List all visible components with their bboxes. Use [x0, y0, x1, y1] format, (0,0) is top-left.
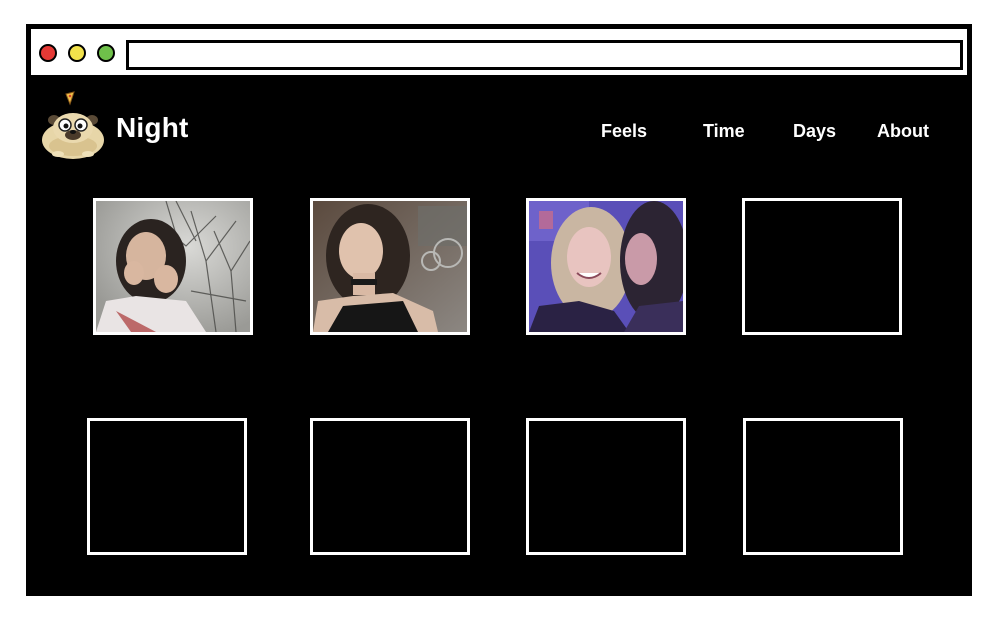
empty-photo-slot[interactable]	[87, 418, 247, 555]
nav-item-days[interactable]: Days	[793, 121, 836, 142]
site-title[interactable]: Night	[116, 112, 189, 144]
two-girls-purple-light-photo	[529, 201, 683, 332]
empty-photo-slot[interactable]	[310, 418, 470, 555]
photo-tile[interactable]	[526, 198, 686, 335]
photo-tile[interactable]	[310, 198, 470, 335]
close-window-button[interactable]	[39, 44, 57, 62]
minimize-window-button[interactable]	[68, 44, 86, 62]
girl-city-night-photo	[313, 201, 467, 332]
nav-item-time[interactable]: Time	[703, 121, 745, 142]
empty-photo-slot[interactable]	[526, 418, 686, 555]
girl-winter-trees-photo	[96, 201, 250, 332]
nav-item-feels[interactable]: Feels	[601, 121, 647, 142]
empty-photo-slot[interactable]	[742, 198, 902, 335]
pug-with-pizza-icon[interactable]	[40, 90, 106, 162]
nav-item-about[interactable]: About	[877, 121, 929, 142]
photo-tile[interactable]	[93, 198, 253, 335]
address-bar[interactable]	[126, 40, 963, 70]
maximize-window-button[interactable]	[97, 44, 115, 62]
site-header: Night Feels Time Days About	[28, 78, 970, 188]
browser-toolbar	[28, 26, 970, 78]
browser-window: Night Feels Time Days About	[26, 24, 972, 596]
empty-photo-slot[interactable]	[743, 418, 903, 555]
